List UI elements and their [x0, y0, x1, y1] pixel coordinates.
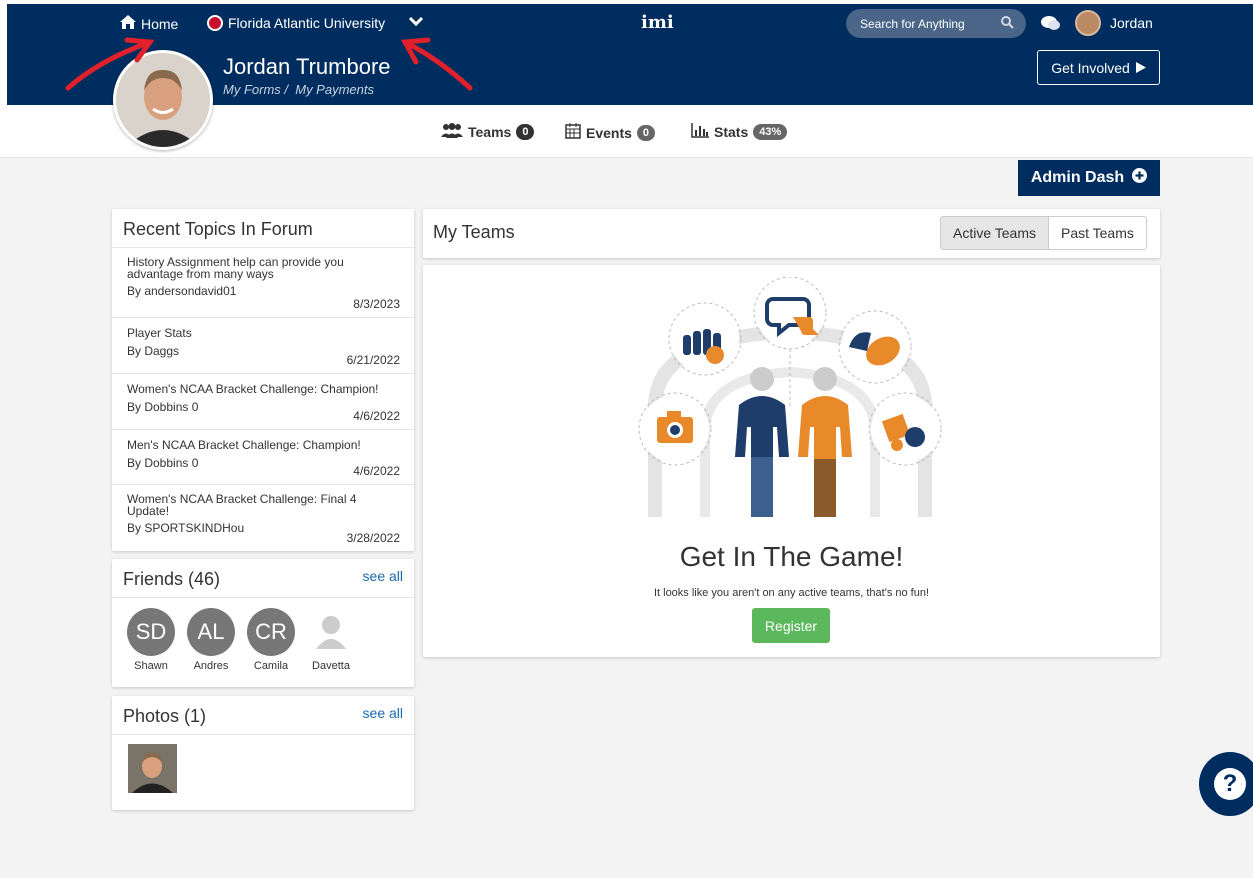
forum-topic[interactable]: History Assignment help can provide you …: [112, 248, 414, 318]
friends-card: Friends (46) see all SD Shawn AL Andres …: [112, 559, 414, 687]
friend-name: Shawn: [134, 660, 168, 672]
active-teams-button[interactable]: Active Teams: [941, 217, 1049, 249]
topic-title: Women's NCAA Bracket Challenge: Champion…: [127, 382, 379, 396]
friend-name: Camila: [253, 660, 289, 672]
forum-topic[interactable]: Men's NCAA Bracket Challenge: Champion! …: [112, 430, 414, 485]
photos-see-all-link[interactable]: see all: [363, 705, 403, 721]
plus-circle-icon: [1132, 168, 1148, 188]
topic-date: 4/6/2022: [353, 464, 400, 478]
friend-item[interactable]: Davetta: [306, 608, 356, 672]
friend-name: Andres: [193, 660, 229, 672]
friend-avatar: AL: [187, 608, 235, 656]
help-button[interactable]: ?: [1199, 752, 1253, 816]
friend-item[interactable]: AL Andres: [186, 608, 236, 672]
register-button[interactable]: Register: [752, 608, 830, 643]
annotation-arrows: [65, 37, 473, 91]
topic-title: Men's NCAA Bracket Challenge: Champion!: [127, 438, 361, 452]
topic-date: 3/28/2022: [346, 531, 400, 545]
arrow-to-home: [65, 39, 153, 91]
past-teams-button[interactable]: Past Teams: [1049, 217, 1146, 249]
empty-state-heading: Get In The Game!: [679, 541, 904, 572]
admin-dash-button[interactable]: Admin Dash: [1018, 160, 1160, 196]
topic-title: History Assignment help can provide you …: [127, 255, 344, 281]
my-teams-header: My Teams Active Teams Past Teams: [423, 209, 1160, 258]
photo-thumbnail[interactable]: [128, 744, 177, 793]
friends-see-all-link[interactable]: see all: [363, 568, 403, 584]
topic-date: 8/3/2023: [353, 297, 400, 311]
admin-dash-label: Admin Dash: [1030, 169, 1125, 186]
topic-title: Women's NCAA Bracket Challenge: Final 4 …: [127, 492, 357, 518]
question-icon: ?: [1214, 768, 1246, 800]
user-placeholder-icon: [307, 608, 355, 656]
topic-title: Player Stats: [127, 326, 192, 340]
forum-topic[interactable]: Women's NCAA Bracket Challenge: Final 4 …: [112, 485, 414, 551]
my-teams-title: My Teams: [433, 222, 515, 242]
forum-topic[interactable]: Player Stats By Daggs 6/21/2022: [112, 318, 414, 374]
arrow-to-dropdown: [402, 39, 473, 91]
topic-date: 6/21/2022: [346, 353, 400, 367]
teams-filter-toggle: Active Teams Past Teams: [940, 216, 1147, 250]
my-teams-body: Get In The Game! It looks like you aren'…: [423, 265, 1160, 657]
friend-avatar: CR: [247, 608, 295, 656]
forum-title: Recent Topics In Forum: [112, 209, 414, 248]
forum-topic[interactable]: Women's NCAA Bracket Challenge: Champion…: [112, 374, 414, 430]
friend-item[interactable]: CR Camila: [246, 608, 296, 672]
get-in-the-game-illustration: [635, 276, 945, 527]
friend-avatar: SD: [127, 608, 175, 656]
photos-card: Photos (1) see all: [112, 696, 414, 810]
empty-state-message: It looks like you aren't on any active t…: [653, 587, 930, 599]
friend-name: Davetta: [312, 660, 350, 672]
topic-author: By andersondavid01: [127, 284, 237, 298]
topic-date: 4/6/2022: [353, 409, 400, 423]
forum-card: Recent Topics In Forum History Assignmen…: [112, 209, 414, 551]
friend-item[interactable]: SD Shawn: [126, 608, 176, 672]
